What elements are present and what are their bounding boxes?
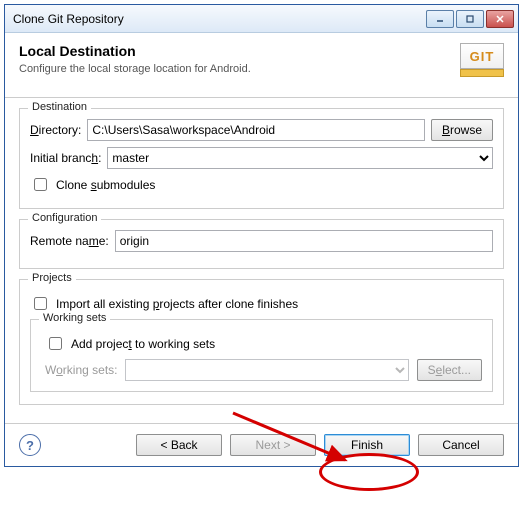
directory-input[interactable] xyxy=(87,119,425,141)
page-title: Local Destination xyxy=(19,43,251,59)
clone-submodules-label: Clone submodules xyxy=(56,178,155,192)
destination-legend: Destination xyxy=(28,101,91,113)
working-sets-label: Working sets: xyxy=(45,363,117,377)
window-title: Clone Git Repository xyxy=(13,12,426,26)
destination-group: Destination Directory: Browse Initial br… xyxy=(19,108,504,209)
clone-submodules-checkbox[interactable] xyxy=(34,178,47,191)
remote-name-label: Remote name: xyxy=(30,234,109,248)
import-projects-checkbox[interactable] xyxy=(34,297,47,310)
minimize-button[interactable] xyxy=(426,10,454,28)
import-projects-label: Import all existing projects after clone… xyxy=(56,297,298,311)
add-to-working-sets-checkbox[interactable] xyxy=(49,337,62,350)
dialog-window: Clone Git Repository Local Destination C… xyxy=(4,4,519,467)
help-button[interactable]: ? xyxy=(19,434,41,456)
select-working-sets-button: Select... xyxy=(417,359,482,381)
close-button[interactable] xyxy=(486,10,514,28)
configuration-legend: Configuration xyxy=(28,212,101,224)
initial-branch-select[interactable]: master xyxy=(107,147,493,169)
back-button[interactable]: < Back xyxy=(136,434,222,456)
initial-branch-label: Initial branch: xyxy=(30,151,101,165)
finish-button[interactable]: Finish xyxy=(324,434,410,456)
remote-name-input[interactable] xyxy=(115,230,493,252)
projects-legend: Projects xyxy=(28,272,76,284)
maximize-button[interactable] xyxy=(456,10,484,28)
git-icon: GIT xyxy=(456,43,504,83)
browse-button[interactable]: Browse xyxy=(431,119,493,141)
cancel-button[interactable]: Cancel xyxy=(418,434,504,456)
titlebar: Clone Git Repository xyxy=(5,5,518,33)
working-sets-group: Working sets Add project to working sets… xyxy=(30,319,493,392)
next-button: Next > xyxy=(230,434,316,456)
working-sets-select xyxy=(125,359,408,381)
page-subtitle: Configure the local storage location for… xyxy=(19,63,251,75)
add-to-working-sets-label: Add project to working sets xyxy=(71,337,215,351)
working-sets-legend: Working sets xyxy=(39,312,110,324)
configuration-group: Configuration Remote name: xyxy=(19,219,504,269)
directory-label: Directory: xyxy=(30,123,81,137)
projects-group: Projects Import all existing projects af… xyxy=(19,279,504,405)
window-buttons xyxy=(426,10,514,28)
content-area: Destination Directory: Browse Initial br… xyxy=(5,98,518,423)
footer: ? < Back Next > Finish Cancel xyxy=(5,423,518,466)
wizard-header: Local Destination Configure the local st… xyxy=(5,33,518,98)
